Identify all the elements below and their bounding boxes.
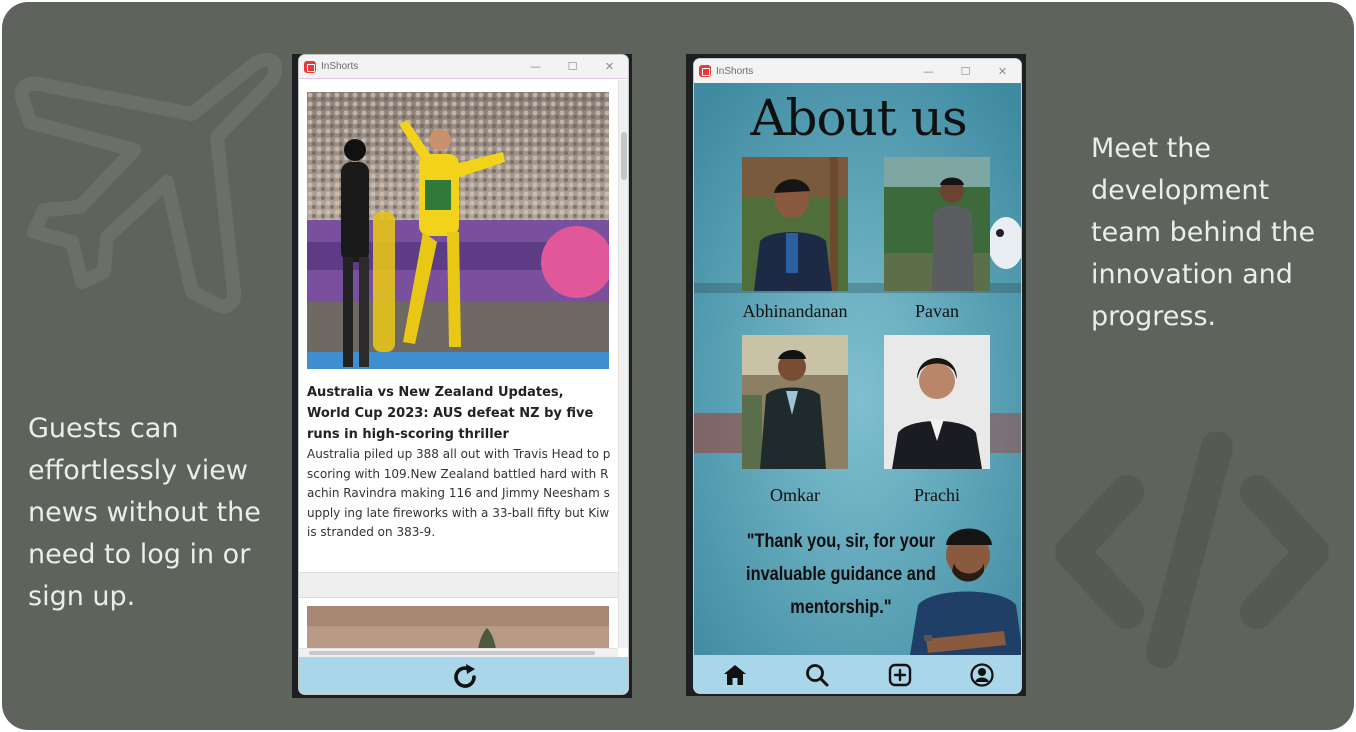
horizontal-scrollbar-thumb[interactable] [309,651,595,655]
profile-icon [970,663,994,687]
member-name-abhinandanan: Abhinandanan [742,301,848,321]
minimize-button[interactable]: — [910,65,947,78]
member-photo-pavan [884,157,990,291]
about-window: InShorts — ☐ ✕ About us Abhinandanan Pav… [693,58,1022,694]
member-name-omkar: Omkar [770,485,820,505]
window-title: InShorts [321,61,359,72]
guest-caption: Guests can effortlessly view news withou… [28,413,261,612]
airplane-icon [14,53,282,314]
add-post-icon [888,663,911,687]
home-icon [724,665,747,685]
member-name-pavan: Pavan [915,301,959,321]
minimize-button[interactable]: — [517,60,554,73]
news-window: InShorts — ☐ ✕ Australia vs New Zealand … [298,54,629,695]
refresh-icon[interactable] [450,662,480,692]
nav-profile[interactable] [962,655,1002,693]
nav-add-post[interactable] [880,655,920,693]
maximize-button[interactable]: ☐ [554,60,591,73]
app-logo-icon [699,65,711,77]
team-caption: Meet the development team behind the inn… [1091,133,1316,332]
horizontal-scrollbar[interactable] [299,648,618,657]
bottom-navigation [694,655,1021,693]
next-article-image[interactable] [307,606,609,648]
refresh-bar [299,657,628,694]
news-image[interactable] [307,92,609,369]
member-photo-omkar [742,335,848,469]
article-separator [299,572,618,598]
scrollbar-thumb[interactable] [621,132,627,180]
about-titlebar[interactable]: InShorts — ☐ ✕ [694,59,1021,83]
member-name-prachi: Prachi [914,485,960,505]
app-logo-icon [304,60,316,73]
showcase-background: Guests can effortlessly view news withou… [2,2,1354,730]
vertical-scrollbar[interactable] [618,80,628,648]
nav-home[interactable] [715,655,755,693]
article-summary: Australia piled up 388 all out with Trav… [307,447,611,539]
close-button[interactable]: ✕ [984,65,1021,78]
code-icon [1055,432,1329,668]
about-page: About us Abhinandanan Pavan Omkar Prachi… [694,83,1021,655]
maximize-button[interactable]: ☐ [947,65,984,78]
search-icon [806,664,829,687]
window-title: InShorts [716,65,754,77]
mentor-photo [910,528,1021,655]
close-button[interactable]: ✕ [591,60,628,73]
member-photo-prachi [884,335,990,469]
news-titlebar[interactable]: InShorts — ☐ ✕ [299,55,628,79]
nav-search[interactable] [797,655,837,693]
member-photo-abhinandanan [742,157,848,291]
news-feed[interactable]: Australia vs New Zealand Updates, World … [299,80,618,648]
article-title[interactable]: Australia vs New Zealand Updates, World … [307,382,611,445]
about-heading: About us [750,89,967,147]
